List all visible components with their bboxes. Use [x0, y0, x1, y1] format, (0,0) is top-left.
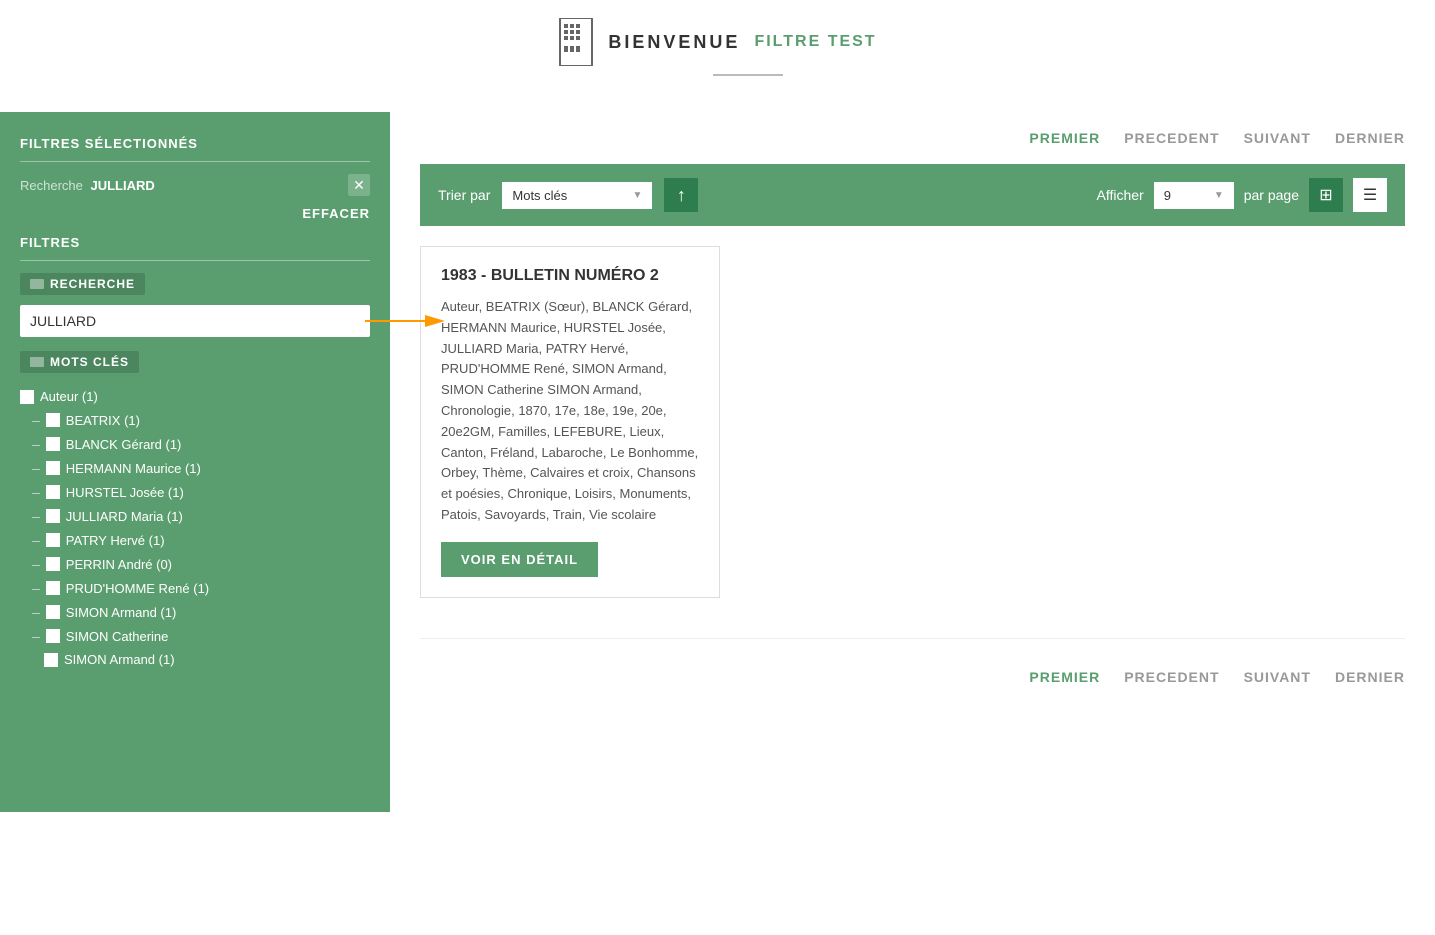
checkbox-simon-armand[interactable] [46, 605, 60, 619]
suivant-bottom-button[interactable]: SUIVANT [1244, 669, 1311, 685]
filter-list: Auteur (1) – BEATRIX (1) – BLANCK Gérard… [20, 385, 370, 671]
filter-item-patry[interactable]: – PATRY Hervé (1) [20, 528, 370, 552]
per-page-value: 9 [1164, 188, 1171, 203]
header-title: BIENVENUE [608, 32, 740, 53]
view-list-button[interactable]: ☰ [1353, 178, 1387, 212]
per-page-select[interactable]: 9 ▼ [1154, 182, 1234, 209]
checkbox-simon-catherine[interactable] [46, 629, 60, 643]
filter-item-beatrix[interactable]: – BEATRIX (1) [20, 408, 370, 432]
toolbar: Trier par Mots clés ▼ ↑ Afficher 9 ▼ par… [420, 164, 1405, 226]
checkbox-blanck[interactable] [46, 437, 60, 451]
checkbox-auteur[interactable] [20, 390, 34, 404]
effacer-button[interactable]: EFFACER [20, 206, 370, 221]
par-page-label: par page [1244, 187, 1299, 203]
checkbox-perrin[interactable] [46, 557, 60, 571]
filter-item-hermann[interactable]: – HERMANN Maurice (1) [20, 456, 370, 480]
pagination-top: PREMIER PRECEDENT SUIVANT DERNIER [420, 112, 1405, 164]
cards-area: 1983 - BULLETIN NUMÉRO 2 Auteur, BEATRIX… [420, 246, 1405, 598]
pagination-bottom: PREMIER PRECEDENT SUIVANT DERNIER [420, 638, 1405, 695]
precedent-bottom-button[interactable]: PRECEDENT [1124, 669, 1219, 685]
header-underline [713, 74, 783, 76]
filter-item-simon-armand[interactable]: – SIMON Armand (1) [20, 600, 370, 624]
afficher-label: Afficher [1097, 187, 1144, 203]
sort-arrow-icon: ▼ [632, 190, 642, 201]
filter-item-simon-armand-sub[interactable]: SIMON Armand (1) [20, 648, 370, 671]
search-value-display: JULLIARD [91, 178, 155, 193]
mots-cles-badge: MOTS CLÉS [20, 351, 139, 373]
checkbox-hermann[interactable] [46, 461, 60, 475]
card-1: 1983 - BULLETIN NUMÉRO 2 Auteur, BEATRIX… [420, 246, 720, 598]
per-page-arrow-icon: ▼ [1214, 190, 1224, 201]
content-area: PREMIER PRECEDENT SUIVANT DERNIER Trier … [390, 112, 1435, 812]
suivant-top-button[interactable]: SUIVANT [1244, 130, 1311, 146]
filter-item-auteur[interactable]: Auteur (1) [20, 385, 370, 408]
precedent-top-button[interactable]: PRECEDENT [1124, 130, 1219, 146]
search-arrow-icon [365, 309, 445, 333]
checkbox-patry[interactable] [46, 533, 60, 547]
sidebar-section-title: FILTRES SÉLECTIONNÉS [20, 136, 370, 151]
sort-direction-button[interactable]: ↑ [664, 178, 698, 212]
checkbox-simon-armand-sub[interactable] [44, 653, 58, 667]
sort-value: Mots clés [512, 188, 567, 203]
checkbox-prudhomme[interactable] [46, 581, 60, 595]
filter-item-prudhomme[interactable]: – PRUD'HOMME René (1) [20, 576, 370, 600]
filter-item-julliard[interactable]: – JULLIARD Maria (1) [20, 504, 370, 528]
search-label: Recherche JULLIARD [20, 178, 155, 193]
sidebar: FILTRES SÉLECTIONNÉS Recherche JULLIARD … [0, 112, 390, 812]
trier-label: Trier par [438, 187, 490, 203]
sort-select[interactable]: Mots clés ▼ [502, 182, 652, 209]
header: BIENVENUE FILTRE TEST [0, 0, 1435, 82]
filter-item-hurstel[interactable]: – HURSTEL Josée (1) [20, 480, 370, 504]
checkbox-julliard[interactable] [46, 509, 60, 523]
sidebar-divider-1 [20, 161, 370, 162]
dernier-top-button[interactable]: DERNIER [1335, 130, 1405, 146]
filter-item-perrin[interactable]: – PERRIN André (0) [20, 552, 370, 576]
sidebar-divider-2 [20, 260, 370, 261]
checkbox-beatrix[interactable] [46, 413, 60, 427]
dernier-bottom-button[interactable]: DERNIER [1335, 669, 1405, 685]
voir-detail-button[interactable]: VOIR EN DÉTAIL [441, 542, 598, 577]
search-input[interactable] [20, 305, 370, 337]
checkbox-hurstel[interactable] [46, 485, 60, 499]
premier-top-button[interactable]: PREMIER [1029, 130, 1100, 146]
header-link[interactable]: FILTRE TEST [754, 33, 876, 51]
card-body: Auteur, BEATRIX (Sœur), BLANCK Gérard, H… [441, 297, 699, 526]
filter-item-blanck[interactable]: – BLANCK Gérard (1) [20, 432, 370, 456]
view-grid-button[interactable]: ⊞ [1309, 178, 1343, 212]
premier-bottom-button[interactable]: PREMIER [1029, 669, 1100, 685]
search-clear-button[interactable]: ✕ [348, 174, 370, 196]
toolbar-right: Afficher 9 ▼ par page ⊞ ☰ [1097, 178, 1388, 212]
filter-item-simon-catherine[interactable]: – SIMON Catherine [20, 624, 370, 648]
card-title: 1983 - BULLETIN NUMÉRO 2 [441, 267, 699, 285]
filtres-title: FILTRES [20, 235, 370, 250]
recherche-badge: RECHERCHE [20, 273, 145, 295]
logo-icon [558, 18, 594, 66]
